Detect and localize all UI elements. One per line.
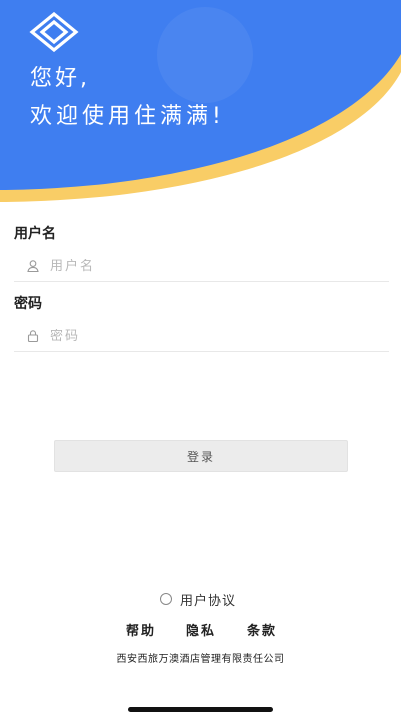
home-indicator[interactable] xyxy=(128,707,273,712)
user-icon xyxy=(27,260,39,273)
footer-links: 帮助 隐私 条款 xyxy=(0,620,401,640)
username-input[interactable] xyxy=(50,258,350,274)
agreement-radio[interactable] xyxy=(160,593,172,605)
username-label: 用户名 xyxy=(14,226,56,242)
greeting-text: 您好, xyxy=(30,66,90,91)
agreement-label[interactable]: 用户协议 xyxy=(180,590,236,609)
terms-link[interactable]: 条款 xyxy=(247,620,277,639)
help-link[interactable]: 帮助 xyxy=(126,620,156,639)
privacy-link[interactable]: 隐私 xyxy=(186,620,216,639)
company-name: 西安西旅万澳酒店管理有限责任公司 xyxy=(116,654,285,665)
lock-icon xyxy=(27,330,39,343)
username-field-row xyxy=(14,251,389,282)
login-button[interactable]: 登录 xyxy=(54,440,348,472)
diamond-logo-icon xyxy=(29,12,79,52)
password-field-row xyxy=(14,321,389,352)
welcome-text: 欢迎使用住满满! xyxy=(30,104,225,129)
password-input[interactable] xyxy=(50,328,350,344)
password-label: 密码 xyxy=(14,296,42,312)
user-agreement[interactable]: 用户协议 xyxy=(160,590,236,609)
header-banner: 您好, 欢迎使用住满满! xyxy=(0,0,401,205)
